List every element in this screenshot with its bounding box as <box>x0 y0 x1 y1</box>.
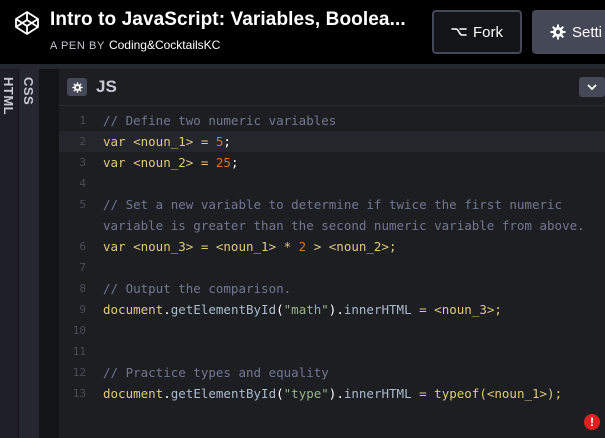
code-token: <noun_2> = <box>125 155 216 170</box>
code-text: // Define two numeric variables <box>103 110 336 131</box>
panel-resizer[interactable] <box>39 69 59 438</box>
code-line[interactable]: 1 // Define two numeric variables <box>59 110 605 131</box>
line-number: 7 <box>79 261 86 274</box>
code-token: <noun_1> = <box>125 134 216 149</box>
code-token: ; <box>230 155 239 170</box>
code-token: ( <box>276 302 284 317</box>
js-panel-header: JS <box>59 69 605 106</box>
code-line[interactable]: 2 var <noun_1> = 5; <box>59 131 605 152</box>
code-token: . <box>163 302 171 317</box>
code-token: 25 <box>215 155 231 170</box>
line-number: 12 <box>72 366 86 379</box>
code-token: document <box>103 386 164 401</box>
js-panel-options-button[interactable] <box>579 77 605 97</box>
css-panel-collapsed[interactable]: CSS <box>18 69 39 438</box>
code-text: // Output the comparison. <box>103 278 291 299</box>
code-line[interactable]: 10 <box>59 320 605 341</box>
author-link[interactable]: Coding&CocktailsKC <box>109 38 220 52</box>
code-token: // Output the comparison. <box>103 281 292 296</box>
code-line[interactable]: 5 // Set a new variable to determine if t… <box>59 194 605 215</box>
pen-header: Intro to JavaScript: Variables, Boolea..… <box>0 0 605 64</box>
code-line[interactable]: 13 document.getElementById("type").innerH… <box>59 383 605 404</box>
code-token: ). <box>328 302 344 317</box>
code-line[interactable]: 4 <box>59 173 605 194</box>
line-number: 11 <box>72 345 86 358</box>
fork-icon <box>451 28 467 36</box>
html-panel-collapsed[interactable]: HTML <box>0 69 18 438</box>
line-number: 4 <box>79 177 86 190</box>
code-token: var <box>103 134 126 149</box>
js-settings-button[interactable] <box>67 78 87 96</box>
code-line[interactable]: 11 <box>59 341 605 362</box>
code-editor[interactable]: 1 // Define two numeric variables 2 var <no… <box>59 106 605 438</box>
code-line[interactable]: variable is greater than the second nume… <box>59 215 605 236</box>
code-text: // Set a new variable to determine if tw… <box>103 194 562 215</box>
codepen-logo-icon[interactable] <box>14 10 40 36</box>
code-token: "type" <box>283 386 329 401</box>
code-token: > <noun_2>; <box>306 239 397 254</box>
byline-prefix: A PEN BY <box>50 40 105 52</box>
pen-title[interactable]: Intro to JavaScript: Variables, Boolea..… <box>50 9 406 31</box>
code-token: // Set a new variable to determine if tw… <box>103 197 563 212</box>
chevron-down-icon <box>587 83 597 90</box>
code-text: var <noun_1> = 5; <box>103 131 231 152</box>
code-line[interactable]: 8 // Output the comparison. <box>59 278 605 299</box>
code-token: (<noun_1>); <box>479 386 563 401</box>
code-line[interactable]: 3 var <noun_2> = 25; <box>59 152 605 173</box>
code-text: document.getElementById("type").innerHTM… <box>103 383 562 404</box>
code-text: var <noun_3> = <noun_1> * 2 > <noun_2>; <box>103 236 397 257</box>
settings-button[interactable]: Setti <box>532 10 605 54</box>
html-panel-label: HTML <box>1 77 16 116</box>
line-number: 10 <box>72 324 86 337</box>
code-token: getElementById <box>170 386 277 401</box>
css-panel-label: CSS <box>21 77 36 106</box>
code-token: getElementById <box>170 302 277 317</box>
fork-button[interactable]: Fork <box>432 10 522 54</box>
code-line[interactable]: 6 var <noun_3> = <noun_1> * 2 > <noun_2>; <box>59 236 605 257</box>
code-token: ; <box>223 134 231 149</box>
code-token: . <box>163 386 171 401</box>
line-number: 9 <box>79 303 86 316</box>
code-token: "math" <box>283 302 329 317</box>
js-panel-title: JS <box>96 77 117 96</box>
line-number: 2 <box>79 135 86 148</box>
code-text: var <noun_2> = 25; <box>103 152 238 173</box>
code-token: innerHTML <box>343 302 412 317</box>
code-token: innerHTML <box>343 386 412 401</box>
settings-label: Setti <box>572 23 603 41</box>
line-number: 3 <box>79 156 86 169</box>
fork-label: Fork <box>473 23 503 41</box>
code-token: variable is greater than the second nume… <box>103 218 585 233</box>
code-token: // Define two numeric variables <box>103 113 337 128</box>
js-panel: JS 1 // Define two numeric variables 2 var … <box>59 69 605 438</box>
code-token: = <box>411 386 435 401</box>
code-token: <noun_3> = <noun_1> * <box>125 239 299 254</box>
code-token: document <box>103 302 164 317</box>
code-text: variable is greater than the second nume… <box>103 215 585 236</box>
pen-byline: A PEN BY Coding&CocktailsKC <box>50 38 220 52</box>
code-line[interactable]: 9 document.getElementById("math").innerHT… <box>59 299 605 320</box>
code-line[interactable]: 7 <box>59 257 605 278</box>
code-text: // Practice types and equality <box>103 362 329 383</box>
gear-icon <box>71 81 83 93</box>
line-number: 6 <box>79 240 86 253</box>
codepen-editor: Intro to JavaScript: Variables, Boolea..… <box>0 0 605 438</box>
code-text: document.getElementById("math").innerHTM… <box>103 299 502 320</box>
code-line[interactable]: 12 // Practice types and equality <box>59 362 605 383</box>
line-number: 1 <box>79 114 86 127</box>
line-number: 13 <box>72 387 86 400</box>
code-token: ( <box>276 386 284 401</box>
line-number: 8 <box>79 282 86 295</box>
code-token: ). <box>328 386 344 401</box>
code-token: typeof <box>434 386 480 401</box>
line-number: 5 <box>79 198 86 211</box>
code-token: var <box>103 239 126 254</box>
error-icon[interactable]: ! <box>584 414 600 430</box>
code-token: var <box>103 155 126 170</box>
code-token: // Practice types and equality <box>103 365 329 380</box>
code-token: = <noun_3>; <box>411 302 502 317</box>
gear-icon <box>550 24 566 40</box>
